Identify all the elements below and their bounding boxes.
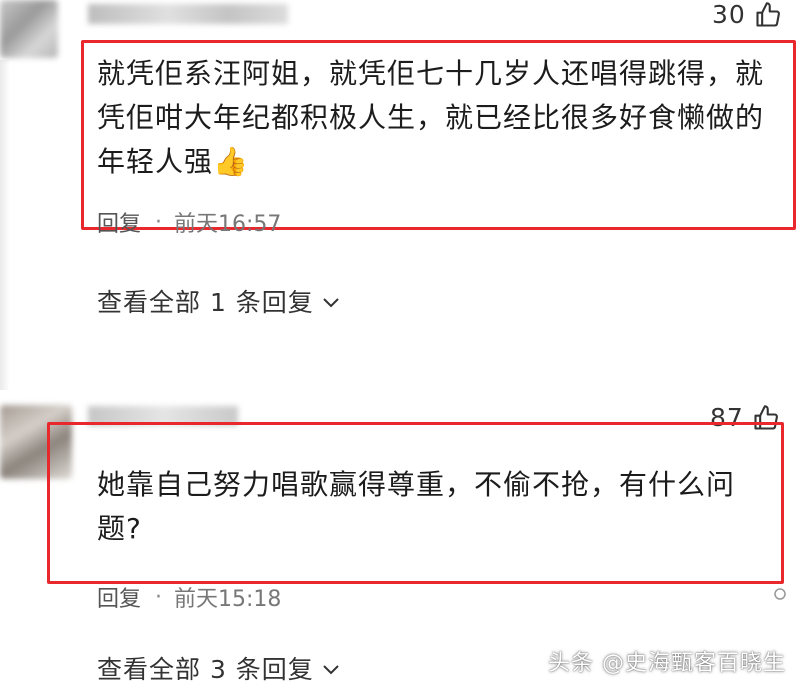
comment-time: 前天15:18: [174, 587, 282, 612]
reply-row: 回复 · 前天15:18: [97, 581, 281, 613]
view-all-replies-link[interactable]: 查看全部 3 条回复: [97, 650, 340, 686]
like-count: 30: [712, 0, 746, 29]
comment-line: 年轻人强👍: [97, 145, 249, 178]
thumbs-up-icon: [754, 1, 782, 29]
comment-line: 凭佢咁大年纪都积极人生，就已经比很多好食懒做的: [97, 101, 765, 134]
reply-row: 回复 · 前天16:57: [97, 206, 281, 238]
more-dots-icon[interactable]: [772, 586, 788, 606]
like-button[interactable]: 30: [712, 0, 782, 29]
chevron-down-icon: [322, 654, 340, 683]
separator-dot: ·: [155, 584, 163, 610]
comment-line: 她靠自己努力唱歌赢得尊重，不偷不抢，有什么问: [97, 468, 736, 501]
reply-button[interactable]: 回复: [97, 206, 141, 238]
view-all-replies-link[interactable]: 查看全部 1 条回复: [97, 283, 340, 319]
watermark: 头条 @史海甄客百晓生: [548, 651, 786, 676]
separator-dot: ·: [155, 209, 163, 235]
chevron-down-icon: [322, 287, 340, 316]
comment-line: 就凭佢系汪阿姐，就凭佢七十几岁人还唱得跳得，就: [97, 57, 765, 90]
reply-button[interactable]: 回复: [97, 581, 141, 613]
username-blurred[interactable]: [88, 4, 288, 24]
left-edge-shadow: [0, 60, 10, 390]
view-all-replies-label: 查看全部 3 条回复: [97, 655, 314, 684]
view-all-replies-label: 查看全部 1 条回复: [97, 288, 314, 317]
comment-line: 题?: [97, 512, 142, 545]
avatar[interactable]: [0, 0, 58, 58]
comment-text: 就凭佢系汪阿姐，就凭佢七十几岁人还唱得跳得，就 凭佢咁大年纪都积极人生，就已经比…: [97, 52, 764, 184]
comment-text: 她靠自己努力唱歌赢得尊重，不偷不抢，有什么问 题?: [97, 463, 735, 551]
comment-time: 前天16:57: [174, 212, 282, 237]
